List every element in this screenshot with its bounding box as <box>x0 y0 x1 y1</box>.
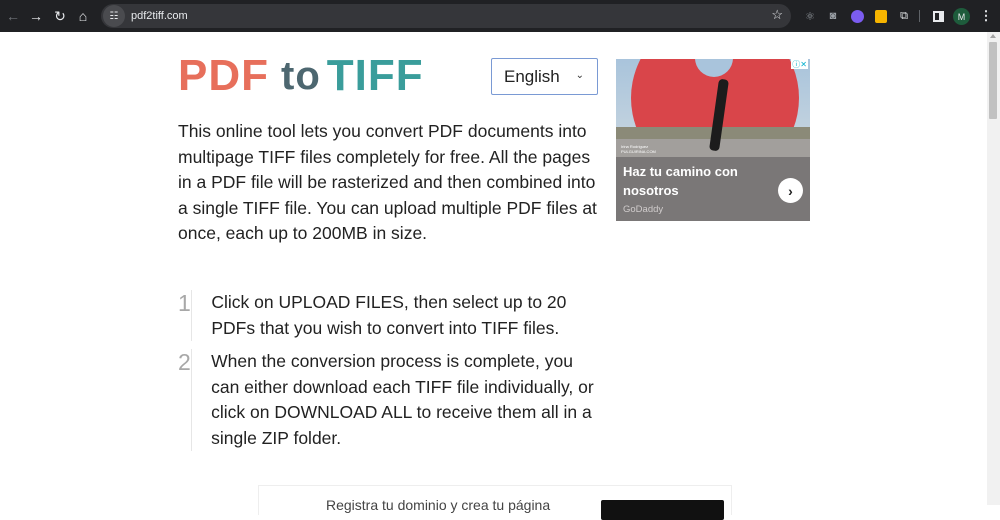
step-item: 1 Click on UPLOAD FILES, then select up … <box>178 290 603 341</box>
step-item: 2 When the conversion process is complet… <box>178 349 603 451</box>
back-icon[interactable]: ← <box>1 4 25 28</box>
intro-text: This online tool lets you convert PDF do… <box>178 119 598 247</box>
step-text: When the conversion process is complete,… <box>211 349 603 451</box>
step-text: Click on UPLOAD FILES, then select up to… <box>211 290 603 341</box>
side-panel-icon[interactable] <box>933 11 944 22</box>
logo-pdf: PDF <box>178 55 269 97</box>
profile-avatar[interactable]: M <box>953 8 970 25</box>
bottom-ad-button[interactable] <box>601 500 724 520</box>
address-bar[interactable]: ☷ pdf2tiff.com ☆ <box>101 4 791 28</box>
step-number: 2 <box>178 349 191 451</box>
chevron-right-icon: › <box>788 183 793 199</box>
reload-icon[interactable]: ↻ <box>48 4 72 28</box>
ad-credit-site: PULGUIRINA.COM <box>621 149 656 154</box>
logo-tiff: TIFF <box>327 55 424 97</box>
react-devtools-icon[interactable]: ⚛ <box>802 8 818 24</box>
ad-advertiser[interactable]: GoDaddy <box>623 204 663 215</box>
bottom-ad-banner[interactable]: Registra tu dominio y crea tu página <box>258 485 732 515</box>
extensions-puzzle-icon[interactable]: ⧉ <box>896 8 912 24</box>
steps-list: 1 Click on UPLOAD FILES, then select up … <box>178 290 603 459</box>
language-selected: English <box>504 67 560 87</box>
site-logo[interactable]: PDF to TIFF <box>178 55 424 97</box>
extension-purple-icon[interactable] <box>851 10 864 23</box>
ad-banner[interactable]: Irina Rodriguez PULGUIRINA.COM Haz tu ca… <box>616 59 810 221</box>
bottom-ad-text: Registra tu dominio y crea tu página <box>326 497 550 513</box>
step-number: 1 <box>178 290 191 341</box>
browser-toolbar: ← → ↻ ⌂ ☷ pdf2tiff.com ☆ ⚛ ◙ ⧉ M ⋮ <box>0 0 1000 32</box>
site-info-icon[interactable]: ☷ <box>103 5 125 27</box>
logo-to: to <box>281 55 321 97</box>
ad-headline[interactable]: Haz tu camino con nosotros <box>623 162 773 200</box>
keep-notes-icon[interactable] <box>875 10 887 23</box>
ad-photo-credit: Irina Rodriguez PULGUIRINA.COM <box>621 144 656 154</box>
adchoices-icon[interactable]: ⓘ✕ <box>791 59 808 69</box>
url-text[interactable]: pdf2tiff.com <box>131 10 188 22</box>
ad-arrow-button[interactable]: › <box>778 178 803 203</box>
toolbar-divider <box>919 10 920 22</box>
forward-icon[interactable]: → <box>24 4 48 28</box>
language-select[interactable]: English ⌄ <box>491 58 598 95</box>
home-icon[interactable]: ⌂ <box>71 4 95 28</box>
screenshot-camera-icon[interactable]: ◙ <box>825 8 841 24</box>
bookmark-star-icon[interactable]: ☆ <box>771 7 783 23</box>
menu-kebab-icon[interactable]: ⋮ <box>978 8 994 24</box>
scroll-up-arrow-icon[interactable] <box>990 34 996 38</box>
step-divider <box>191 290 192 341</box>
scroll-thumb[interactable] <box>989 42 997 119</box>
page-scrollbar[interactable] <box>987 32 1000 505</box>
chevron-down-icon: ⌄ <box>576 70 584 81</box>
